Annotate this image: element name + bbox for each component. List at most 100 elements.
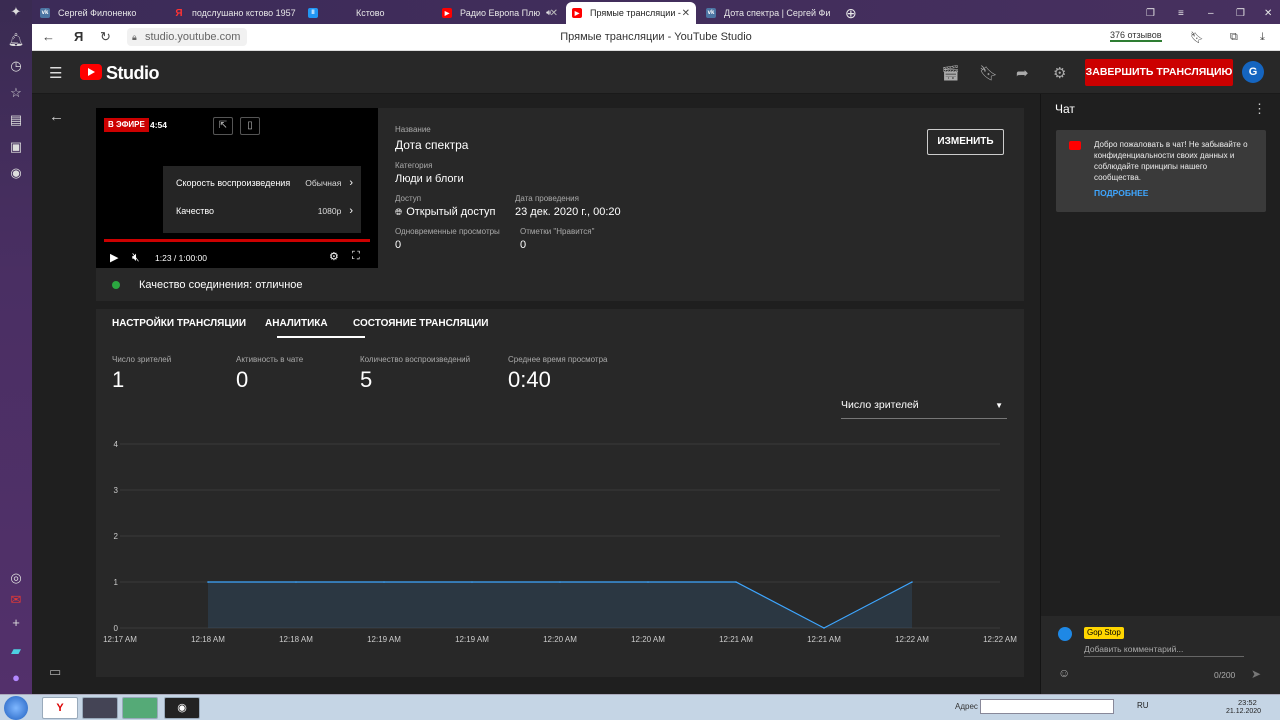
avatar[interactable]: G [1242,61,1264,83]
feedback-icon[interactable]: ▭ [49,664,61,680]
active-tab-indicator [277,336,365,338]
gear-icon[interactable]: ⚙ [1053,64,1066,82]
close-tab-icon[interactable]: ✕ [682,8,690,19]
nav-column: ← ▭ [32,94,88,694]
yandex-icon: Я [175,7,183,19]
chat-input-area: Gop Stop Добавить комментарий... ☺ 0/200… [1041,616,1280,694]
language-indicator[interactable]: RU [1137,701,1149,710]
reload-icon[interactable]: ↻ [100,29,111,45]
alice-icon[interactable]: ● [8,669,24,685]
concurrent-label: Одновременные просмотры [395,227,500,236]
edit-button[interactable]: ИЗМЕНИТЬ [927,129,1004,155]
settings-hd-icon[interactable]: ⚙ [329,250,339,263]
maximize-icon[interactable]: ❐ [1230,2,1246,24]
counter-badge-icon[interactable]: ▣ [8,139,24,155]
metric-label: Число зрителей [112,355,172,364]
bookmark-icon[interactable]: 🔖︎ [1190,31,1204,44]
mail-icon[interactable]: ✉ [8,592,24,608]
tab-1[interactable]: vk Сергей Филоненко [34,2,164,24]
tab-3[interactable]: II Кстово [302,2,432,24]
stream-title: Дота спектра [395,138,469,152]
add-icon[interactable]: + [8,614,24,630]
close-window-icon[interactable]: ✕ [1258,2,1274,24]
tab-4[interactable]: ▶ Радио Европа Плю 🔊︎ ✕ [436,2,564,24]
send-icon[interactable]: ➤ [1251,667,1261,681]
data-point [383,581,385,583]
likes-value: 0 [520,239,527,251]
play-icon[interactable]: ▶ [110,251,118,264]
close-tab-icon[interactable]: ✕ [550,8,558,19]
back-icon[interactable]: ← [42,29,55,44]
bookmark-icon[interactable]: 🔖︎ [979,64,998,82]
more-vert-icon[interactable]: ⋮ [1253,101,1266,117]
tab-stream-settings[interactable]: НАСТРОЙКИ ТРАНСЛЯЦИИ [112,318,246,329]
media-icon[interactable]: ◉ [8,165,24,181]
globe-icon: 🌐︎ [395,207,403,217]
tab-stream-health[interactable]: СОСТОЯНИЕ ТРАНСЛЯЦИИ [353,318,488,329]
data-point [647,581,649,583]
metric-dropdown[interactable]: Число зрителей ▼ [841,399,1007,419]
app-taskbar-icon[interactable] [122,697,158,719]
bell-icon[interactable]: 🔔︎ [8,32,25,48]
x-tick-label: 12:21 AM [719,635,753,644]
caret-down-icon: ▼ [995,401,1003,410]
playback-speed-row[interactable]: Скорость воспроизведения Обычная › [176,170,353,196]
end-stream-button[interactable]: ЗАВЕРШИТЬ ТРАНСЛЯЦИЮ [1085,59,1233,86]
tab-analytics[interactable]: АНАЛИТИКА [265,318,328,329]
comment-input[interactable]: Добавить комментарий... [1084,644,1244,657]
collections-icon[interactable]: ▤ [8,112,24,128]
popout-icon[interactable]: ⇱ [213,117,233,135]
date-label: Дата проведения [515,194,579,203]
stream-category: Люди и блоги [395,173,464,185]
bookmark-icon[interactable]: ▯ [240,117,260,135]
hamburger-menu-icon[interactable]: ☰ [49,64,62,82]
menu-icon[interactable]: ≡ [1172,2,1188,24]
address-input[interactable] [980,699,1114,714]
progress-bar[interactable] [104,239,370,242]
y-tick-label: 2 [114,532,119,541]
tab-6[interactable]: vk Дота спектра | Сергей Фи [700,2,830,24]
metric-label: Среднее время просмотра [508,355,608,364]
video-player[interactable]: В ЭФИРЕ 4:54 ⇱ ▯ Скорость воспроизведени… [96,108,378,268]
back-arrow-icon[interactable]: ← [49,108,64,125]
url-field[interactable]: 🔒︎ studio.youtube.com [127,28,247,46]
reviews-badge[interactable]: 376 отзывов [1110,30,1162,42]
app-shortcut-icon[interactable]: ◎ [8,570,24,586]
clapper-icon[interactable]: 🎬︎ [941,64,960,82]
tab-5-active[interactable]: ▶ Прямые трансляции - ✕ [566,2,696,24]
obs-taskbar-icon[interactable]: ◉ [164,697,200,719]
youtube-logo[interactable] [80,64,102,80]
minimize-icon[interactable]: – [1202,2,1218,24]
y-tick-label: 1 [114,578,119,587]
metric-value: 1 [112,367,125,392]
learn-more-link[interactable]: ПОДРОБНЕЕ [1094,188,1148,198]
game-taskbar-icon[interactable] [82,697,118,719]
browser-logo-icon[interactable]: ✦ [8,4,24,20]
chat-username: Gop Stop [1084,627,1124,639]
history-icon[interactable]: ◷ [8,58,24,74]
x-tick-label: 12:18 AM [191,635,225,644]
start-button[interactable] [4,696,28,720]
title-label: Название [395,125,431,134]
x-tick-label: 12:20 AM [631,635,665,644]
collections-icon[interactable]: ❐ [1140,2,1156,24]
new-tab-button[interactable]: ⊕ [842,2,862,24]
concurrent-value: 0 [395,239,402,251]
chevron-right-icon: › [349,177,353,189]
yandex-icon[interactable]: Я [74,29,83,44]
tab-2[interactable]: Яподслушано кстово 1957 [168,2,298,24]
address-bar: ← Я ↻ 🔒︎ studio.youtube.com Прямые трансл… [32,24,1280,51]
share-icon[interactable]: ➦ [1016,64,1029,82]
download-icon[interactable]: ⤓ [1260,31,1265,44]
x-tick-label: 12:22 AM [895,635,929,644]
quality-row[interactable]: Качество 1080p › [176,198,353,224]
fullscreen-icon[interactable]: ⛶ [352,250,360,263]
mute-icon[interactable]: 🔇︎ [132,250,140,265]
star-icon[interactable]: ☆ [8,85,24,101]
yandex-browser-taskbar[interactable]: Y [42,697,78,719]
extension-icon[interactable]: ⧉ [1230,31,1238,44]
emoji-icon[interactable]: ☺ [1058,666,1070,680]
messenger-icon[interactable]: ▰ [8,643,24,659]
chat-title: Чат [1055,102,1075,116]
x-tick-label: 12:18 AM [279,635,313,644]
